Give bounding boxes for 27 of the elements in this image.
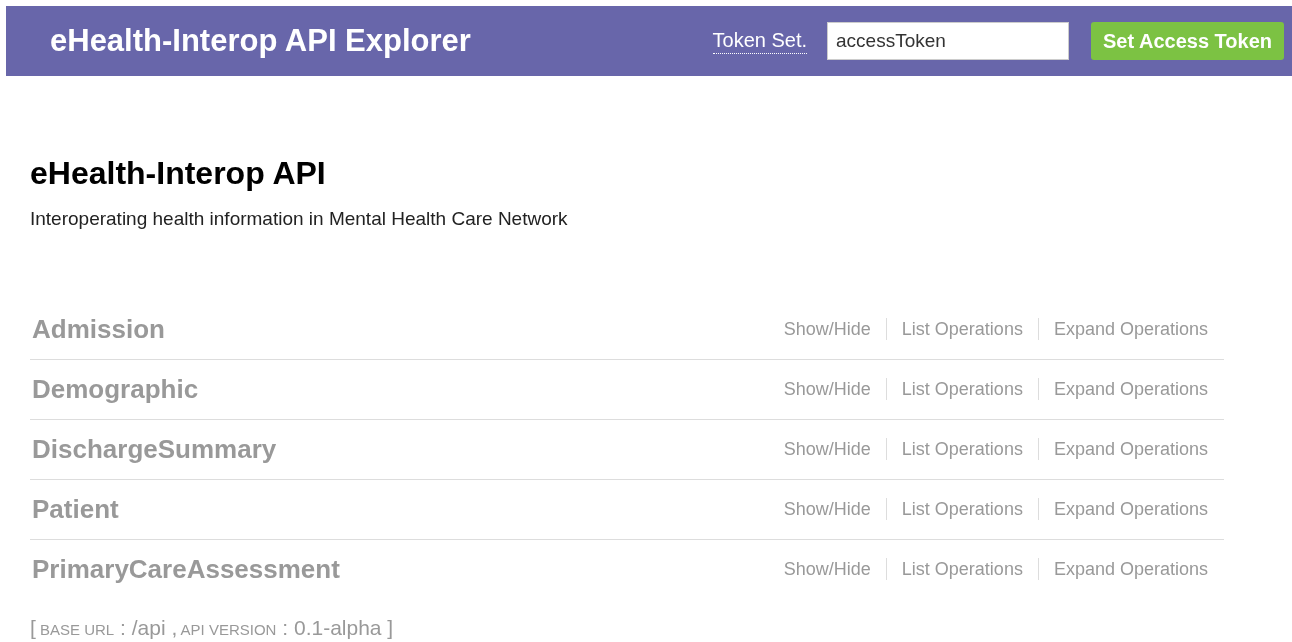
operation-link[interactable]: List Operations [901,495,1023,523]
operation-link[interactable]: Show/Hide [783,375,871,403]
operation-link[interactable]: List Operations [901,315,1023,343]
operation-link[interactable]: Expand Operations [1053,495,1208,523]
operation-link[interactable]: Show/Hide [783,495,871,523]
operation-link[interactable]: Show/Hide [783,555,871,583]
operation-link[interactable]: List Operations [901,555,1023,583]
resource-name[interactable]: PrimaryCareAssessment [32,549,340,589]
resource-name[interactable]: DischargeSummary [32,429,277,469]
operation-link[interactable]: Expand Operations [1053,435,1208,463]
api-description: Interoperating health information in Mental Health Care Network [30,207,569,231]
token-label: Token Set. [712,28,808,54]
operation-link[interactable]: List Operations [901,375,1023,403]
api-info: [ BASE URL : /api ,API VERSION : 0.1-alpha ] [30,614,395,641]
resource-name[interactable]: Patient [32,489,119,529]
operation-link[interactable]: Expand Operations [1053,315,1208,343]
operation-link[interactable]: Expand Operations [1053,375,1208,403]
token-input-field[interactable]: accessToken [827,22,1070,60]
operation-link[interactable]: List Operations [901,435,1023,463]
resource-name[interactable]: Demographic [32,369,199,409]
operation-link[interactable]: Show/Hide [783,315,871,343]
operation-link[interactable]: Show/Hide [783,435,871,463]
app-title: eHealth-Interop API Explorer [50,21,471,60]
operation-link[interactable]: Expand Operations [1053,555,1208,583]
resource-name[interactable]: Admission [32,309,165,349]
api-title: eHealth-Interop API [30,154,327,193]
set-token-button[interactable]: Set Access Token [1091,22,1284,60]
